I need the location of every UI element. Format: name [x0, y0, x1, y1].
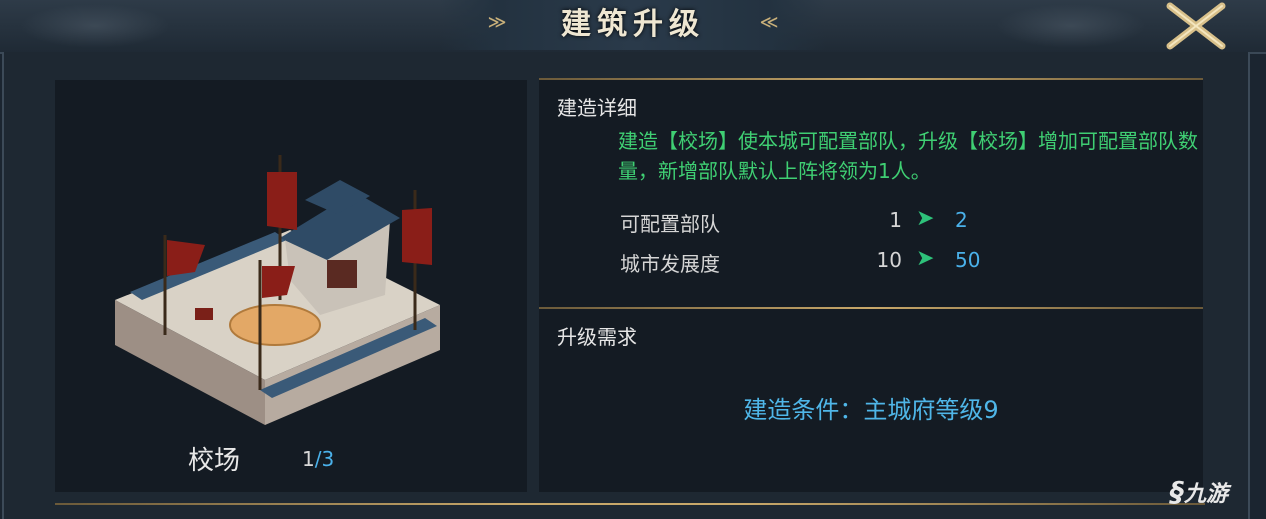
stat-from-troops: 1 — [889, 208, 902, 232]
close-x-icon[interactable] — [1156, 0, 1236, 52]
watermark-logo: §九游 — [1170, 470, 1260, 514]
details-section-title: 建造详细 — [557, 96, 637, 120]
stat-from-development: 10 — [876, 248, 902, 272]
requirements-divider — [539, 307, 1203, 309]
title-ornament-right-icon: ≪ — [759, 12, 779, 33]
cloud-ornament-right — [996, 4, 1146, 48]
stat-to-troops: 2 — [955, 208, 968, 232]
title-plate: ≫ 建筑升级 ≪ — [440, 0, 826, 50]
details-top-divider — [539, 78, 1203, 80]
level-current: 1 — [302, 447, 315, 471]
stat-label-troops: 可配置部队 — [620, 212, 720, 236]
stat-label-development: 城市发展度 — [620, 252, 720, 276]
cloud-ornament-left — [20, 4, 170, 48]
window-header: ≫ 建筑升级 ≪ — [0, 0, 1266, 54]
building-description: 建造【校场】使本城可配置部队，升级【校场】增加可配置部队数量，新增部队默认上阵将… — [618, 129, 1198, 183]
requirements-section-title: 升级需求 — [557, 325, 637, 349]
bottom-divider — [55, 503, 1205, 505]
level-max: 3 — [321, 447, 335, 471]
building-panel — [55, 80, 527, 492]
arrow-right-icon: ➤ — [916, 206, 935, 231]
watermark-text: 九游 — [1184, 482, 1229, 507]
building-level: 1/3 — [302, 447, 334, 471]
build-condition: 建造条件：主城府等级9 — [743, 396, 999, 424]
stat-to-development: 50 — [955, 248, 981, 272]
building-name: 校场 — [188, 446, 241, 476]
training-ground-illustration — [115, 155, 440, 425]
close-button[interactable] — [1156, 0, 1236, 52]
arrow-right-icon: ➤ — [916, 246, 935, 271]
watermark-glyph-icon: § — [1170, 475, 1184, 508]
